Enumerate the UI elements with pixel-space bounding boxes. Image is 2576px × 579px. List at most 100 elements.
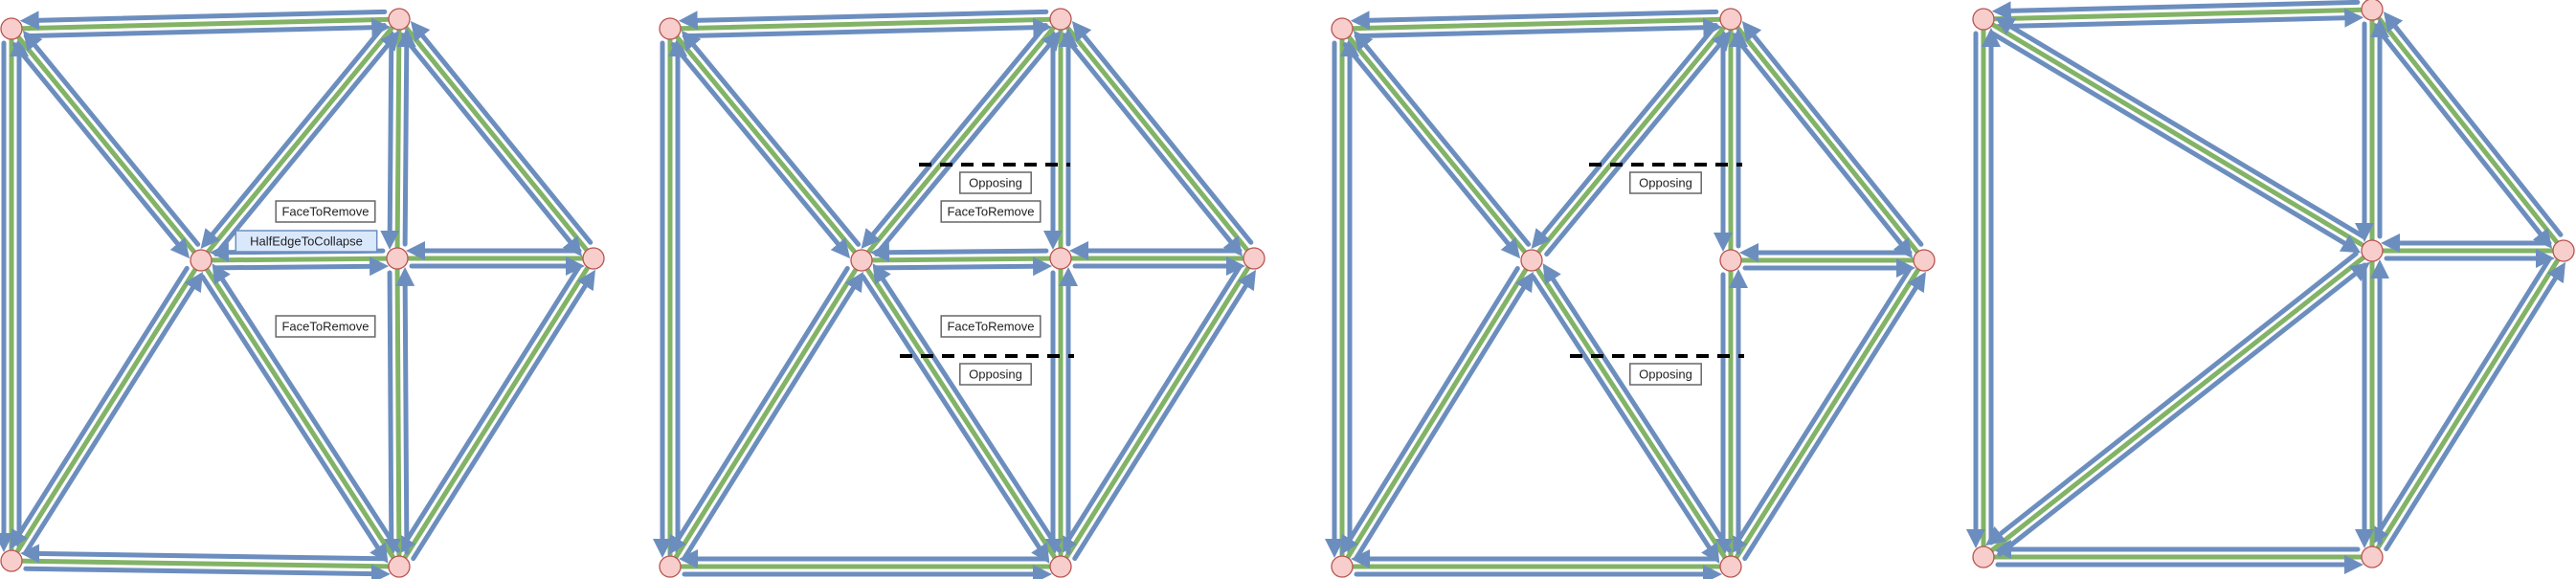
p4-top-right-half-edge-backward (2383, 11, 2564, 237)
p2-top-right-edge (1058, 16, 1257, 261)
p1-lower-middle-half-edge-backward (395, 266, 415, 555)
p2-top-right-half-edge-backward (1071, 20, 1254, 245)
p2-bottom-right-half-edge-forward (1072, 269, 1256, 562)
p1-bottom-edge (9, 558, 402, 569)
p2-collapse-edge (859, 256, 1064, 263)
p3-vertex-top-middle (1719, 8, 1742, 31)
p4-bottom-left-diagonal-half-edge-backward (1997, 261, 2370, 557)
panel-2-split-opposing: Opposing FaceToRemove FaceToRemove Opposing (653, 8, 1266, 579)
p3-top-center-diagonal-half-edge-backward (1544, 31, 1732, 257)
p1-face-to-remove-upper-label: FaceToRemove (281, 205, 369, 219)
p4-vertex-bottom-middle (2361, 546, 2384, 568)
p1-lower-middle-edge (394, 256, 402, 569)
p4-bottom-right-half-edge-forward (2384, 261, 2566, 552)
p2-bottom-left-diagonal-half-edge-backward (682, 271, 864, 562)
p1-bottom-left-diagonal-half-edge-forward (10, 265, 190, 550)
p3-vertex-top-left (1331, 17, 1354, 40)
p4-bottom-left-diagonal-edge (1981, 248, 2375, 560)
p3-bottom-center-diagonal-half-edge-backward (1542, 263, 1733, 553)
p3-top-left-diagonal-half-edge-backward (1353, 30, 1532, 247)
panel-1-before-collapse: FaceToRemove HalfEdgeToCollapse FaceToRemo… (0, 8, 605, 579)
p3-vertex-right (1913, 249, 1936, 272)
p1-bottom-center-diagonal-edge (198, 257, 402, 569)
p4-vertex-right (2552, 239, 2575, 262)
p3-top-center-diagonal-half-edge-forward (1531, 22, 1718, 249)
p1-bottom-left-diagonal-edge (9, 257, 204, 564)
p1-top-right-edge (396, 16, 596, 261)
p4-vertex-top-left (1972, 8, 1995, 31)
p4-top-right-half-edge-forward (2372, 23, 2553, 249)
p3-bottom-right-edge (1728, 257, 1927, 569)
p1-vertex-top-left (0, 17, 23, 40)
p2-bottom-center-diagonal-half-edge-backward (872, 263, 1063, 553)
p2-top-center-diagonal-edge (859, 16, 1064, 263)
p4-bottom-left-diagonal-half-edge-forward (1985, 251, 2359, 546)
p3-bottom-center-diagonal-half-edge-forward (1530, 274, 1720, 564)
p3-vertex-bottom-middle (1719, 555, 1742, 578)
p2-collapse-half-edge-forward (873, 256, 1053, 277)
p1-bottom-left-diagonal-half-edge-backward (23, 271, 203, 556)
p2-face-to-remove-lower-label: FaceToRemove (947, 320, 1034, 334)
p1-upper-middle-half-edge-backward (396, 28, 416, 247)
panel-4-after-collapse (1966, 0, 2575, 574)
p3-bottom-right-half-edge-backward (1729, 265, 1913, 556)
p3-vertex-center-right (1719, 249, 1742, 272)
p1-bottom-right-edge (396, 256, 596, 569)
p1-top-right-half-edge-forward (399, 33, 583, 257)
p1-vertex-top-middle (388, 8, 411, 31)
p2-bottom-left-diagonal-edge (667, 257, 864, 569)
p3-vertex-center (1520, 249, 1543, 272)
p1-vertex-center-right (386, 247, 409, 270)
p2-top-left-diagonal-edge (667, 26, 864, 263)
p4-bottom-right-half-edge-backward (2369, 256, 2552, 546)
p3-bottom-right-half-edge-forward (1742, 271, 1926, 562)
mesh-edge-collapse-diagram: FaceToRemove HalfEdgeToCollapse FaceToRemo… (0, 0, 2575, 579)
p2-collapse-half-edge-backward (869, 242, 1049, 262)
p4-bottom-right-edge (2369, 248, 2566, 560)
p2-face-to-remove-upper-label: FaceToRemove (947, 205, 1034, 219)
p2-vertex-top-middle (1049, 8, 1072, 31)
p3-top-right-edge (1728, 16, 1927, 263)
p4-top-left-diagonal-edge (1981, 16, 2375, 254)
p1-vertex-bottom-middle (388, 555, 411, 578)
p1-upper-middle-edge (394, 16, 402, 261)
p1-top-left-diagonal-half-edge-forward (11, 42, 190, 259)
p2-vertex-bottom-middle (1049, 555, 1072, 578)
p3-bottom-center-diagonal-edge (1529, 257, 1734, 569)
p1-vertex-center (190, 249, 213, 272)
p2-top-right-half-edge-forward (1061, 33, 1243, 257)
p2-vertex-center (850, 249, 873, 272)
p2-bottom-right-half-edge-backward (1059, 263, 1243, 556)
p3-top-right-half-edge-backward (1741, 21, 1924, 247)
p4-top-left-diagonal-half-edge-backward (1994, 16, 2366, 239)
p1-bottom-right-half-edge-backward (397, 263, 582, 556)
p2-top-left-diagonal-half-edge-forward (670, 42, 851, 259)
p1-half-edge-to-collapse-label: HalfEdgeToCollapse (250, 234, 363, 249)
p1-face-to-remove-lower-label: FaceToRemove (281, 320, 369, 334)
p2-opposing-upper-label: Opposing (969, 176, 1022, 190)
panel-3-faces-removed: Opposing Opposing (1325, 8, 1936, 579)
p3-opposing-lower-label: Opposing (1639, 367, 1692, 382)
p2-bottom-left-diagonal-half-edge-forward (667, 265, 850, 556)
p4-vertex-center (2361, 239, 2384, 262)
p1-bottom-half-edge-backward (20, 544, 388, 564)
p3-opposing-upper-label: Opposing (1639, 176, 1692, 190)
p1-bottom-half-edge-forward (23, 564, 391, 579)
p3-top-right-half-edge-forward (1731, 33, 1914, 258)
p4-vertex-bottom-left (1972, 546, 1995, 568)
p3-bottom-left-diagonal-edge (1339, 257, 1534, 569)
p4-vertex-top-middle (2361, 0, 2384, 21)
p1-top-right-half-edge-backward (410, 20, 594, 245)
p3-top-left-diagonal-half-edge-forward (1342, 42, 1521, 259)
p2-opposing-lower-label: Opposing (969, 367, 1022, 382)
p2-vertex-top-left (659, 17, 682, 40)
p3-top-left-diagonal-edge (1339, 26, 1534, 263)
p3-top-center-diagonal-edge (1529, 16, 1734, 263)
p2-vertex-right (1243, 247, 1266, 270)
p1-upper-middle-half-edge-forward (380, 31, 400, 250)
p1-top-left-diagonal-edge (9, 26, 204, 263)
p1-top-center-diagonal-edge (198, 16, 402, 263)
p1-top-left-diagonal-half-edge-backward (22, 30, 201, 247)
p2-vertex-center-right (1049, 247, 1072, 270)
p2-vertex-bottom-left (659, 555, 682, 578)
